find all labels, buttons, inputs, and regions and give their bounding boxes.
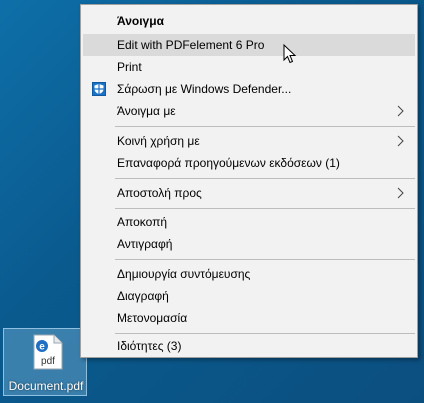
menu-separator [115,333,415,334]
menu-item-label: Επαναφορά προηγούμενων εκδόσεων (1) [117,156,340,170]
menu-item-send-to[interactable]: Αποστολή προς [83,182,415,204]
menu-item-label: Σάρωση με Windows Defender... [117,82,292,96]
desktop-file-document-pdf[interactable]: e pdf Document.pdf [3,328,87,396]
pdf-file-icon: e pdf [33,334,63,370]
menu-item-label: Άνοιγμα [117,14,164,28]
menu-item-label: Μετονομασία [117,311,188,325]
desktop-file-label: Document.pdf [8,379,84,393]
menu-item-edit-pdfelement[interactable]: Edit with PDFelement 6 Pro [83,34,415,56]
menu-item-print[interactable]: Print [83,56,415,78]
menu-item-label: Αποκοπή [117,215,168,229]
menu-item-label: Διαγραφή [117,289,169,303]
menu-separator [115,178,415,179]
svg-text:pdf: pdf [41,356,55,367]
menu-item-properties[interactable]: Ιδιότητες (3) [83,335,415,357]
menu-item-copy[interactable]: Αντιγραφή [83,233,415,255]
mouse-pointer-icon [283,44,297,64]
chevron-right-icon [397,135,404,147]
menu-item-label: Αποστολή προς [117,186,202,200]
menu-item-label: Άνοιγμα με [117,104,176,118]
menu-item-label: Ιδιότητες (3) [117,339,182,353]
menu-separator [115,126,415,127]
menu-item-create-shortcut[interactable]: Δημιουργία συντόμευσης [83,263,415,285]
svg-text:e: e [39,342,45,353]
menu-item-label: Print [117,60,142,74]
menu-item-cut[interactable]: Αποκοπή [83,211,415,233]
menu-item-rename[interactable]: Μετονομασία [83,307,415,329]
menu-item-scan-defender[interactable]: Σάρωση με Windows Defender... [83,78,415,100]
menu-item-delete[interactable]: Διαγραφή [83,285,415,307]
menu-separator [115,259,415,260]
menu-item-label: Edit with PDFelement 6 Pro [117,38,265,52]
menu-item-label: Κοινή χρήση με [117,134,200,148]
chevron-right-icon [397,105,404,117]
menu-item-label: Δημιουργία συντόμευσης [117,267,251,281]
menu-item-open-with[interactable]: Άνοιγμα με [83,100,415,122]
windows-defender-shield-icon [92,82,106,96]
menu-item-label: Αντιγραφή [117,237,173,251]
menu-item-share-with[interactable]: Κοινή χρήση με [83,130,415,152]
menu-separator [115,208,415,209]
menu-item-open[interactable]: Άνοιγμα [83,10,415,32]
desktop-background: e pdf Document.pdf Άνοιγμα Edit with PDF… [0,0,424,403]
chevron-right-icon [397,187,404,199]
menu-item-restore-previous-versions[interactable]: Επαναφορά προηγούμενων εκδόσεων (1) [83,152,415,174]
context-menu: Άνοιγμα Edit with PDFelement 6 Pro Print… [80,4,418,358]
